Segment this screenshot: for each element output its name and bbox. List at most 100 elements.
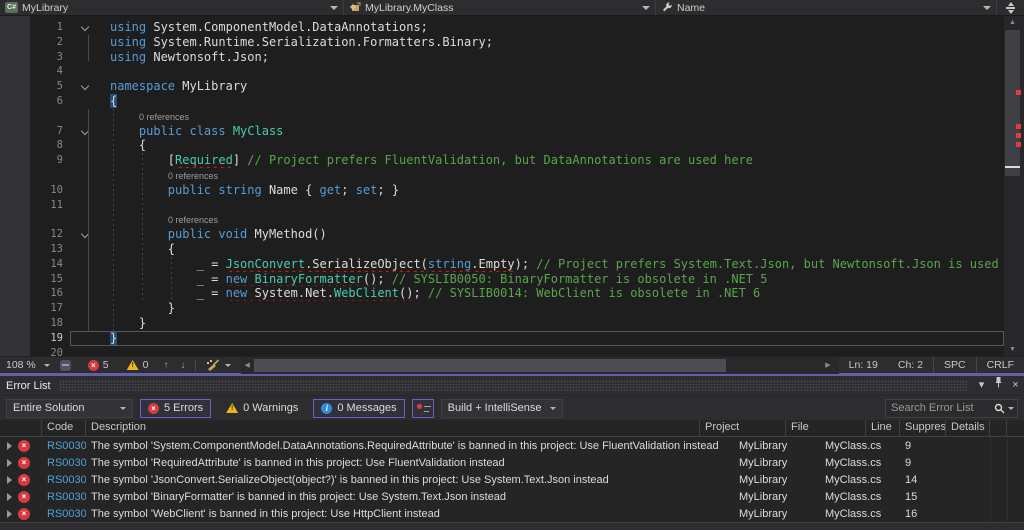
codelens-row[interactable]: 0 references [0,109,1004,124]
filter-button[interactable] [412,399,434,418]
code-line[interactable]: 6{ [0,94,1004,109]
error-indicator[interactable]: × 5 [79,359,118,371]
row-expander-cell[interactable]: × [0,440,42,452]
project-column-header[interactable]: Project [700,420,786,436]
codelens-text[interactable]: 0 references [102,212,1004,227]
outlining-margin[interactable] [70,124,102,139]
outlining-margin[interactable] [70,79,102,94]
pin-button[interactable] [990,376,1007,395]
glyph-margin-cell[interactable] [0,50,30,65]
next-issue-button[interactable]: ↓ [174,360,191,371]
row-expander-cell[interactable]: × [0,491,42,503]
glyph-margin-cell[interactable] [0,272,30,287]
close-button[interactable]: × [1007,376,1024,395]
project-dropdown[interactable]: C# MyLibrary [0,0,344,15]
code-line[interactable]: 16 _ = new System.Net.WebClient(); // SY… [0,286,1004,301]
codelens-row[interactable]: 0 references [0,168,1004,183]
error-list-title-bar[interactable]: Error List ▾ × [0,376,1024,395]
scroll-right-icon[interactable]: ▶ [825,357,830,374]
code-line[interactable]: 13 { [0,242,1004,257]
error-code-link[interactable]: RS0030 [42,491,86,503]
glyph-margin-cell[interactable] [0,168,30,183]
error-code-link[interactable]: RS0030 [42,474,86,486]
zoom-dropdown[interactable]: 108 % [0,359,58,371]
error-mark[interactable] [1016,124,1021,129]
horizontal-scrollbar[interactable]: ◀ ▶ [241,357,838,374]
scrollbar-thumb[interactable] [254,359,726,372]
glyph-margin-cell[interactable] [0,346,30,356]
glyph-margin-cell[interactable] [0,242,30,257]
code-line[interactable]: 1using System.ComponentModel.DataAnnotat… [0,20,1004,35]
type-dropdown[interactable]: MyLibrary.MyClass [344,0,656,15]
collapse-chevron-icon[interactable] [81,23,89,31]
warning-indicator[interactable]: ! 0 [118,359,158,371]
build-filter-dropdown[interactable]: Build + IntelliSense [441,399,563,418]
code-line[interactable]: 17 } [0,301,1004,316]
codelens-text[interactable]: 0 references [102,168,1004,183]
codelens-references[interactable]: 0 references [110,215,218,225]
glyph-margin-cell[interactable] [0,183,30,198]
glyph-margin-cell[interactable] [0,138,30,153]
error-row[interactable]: ×RS0030The symbol 'RequiredAttribute' is… [0,454,1024,471]
split-editor-handle[interactable] [997,0,1024,15]
glyph-margin-cell[interactable] [0,109,30,124]
glyph-margin-cell[interactable] [0,212,30,227]
code-line[interactable]: 5namespace MyLibrary [0,79,1004,94]
error-row[interactable]: ×RS0030The symbol 'WebClient' is banned … [0,505,1024,522]
expander-icon[interactable] [7,459,12,467]
expander-icon[interactable] [7,442,12,450]
code-column-header[interactable]: Code [42,420,86,436]
scroll-down-icon[interactable]: ▼ [1004,346,1021,353]
expander-icon[interactable] [7,476,12,484]
codelens-references[interactable]: 0 references [110,112,189,122]
error-mark[interactable] [1016,133,1021,138]
code-line[interactable]: 11 [0,198,1004,213]
expander-icon[interactable] [7,510,12,518]
glyph-margin-cell[interactable] [0,286,30,301]
vertical-scrollbar[interactable]: ▲ ▼ [1004,16,1024,356]
search-input[interactable] [886,402,992,414]
error-code-link[interactable]: RS0030 [42,440,86,452]
error-code-link[interactable]: RS0030 [42,457,86,469]
error-mark[interactable] [1016,142,1021,147]
row-expander-cell[interactable]: × [0,474,42,486]
code-line[interactable]: 20 [0,346,1004,356]
error-row[interactable]: ×RS0030The symbol 'System.ComponentModel… [0,437,1024,454]
collapse-chevron-icon[interactable] [81,82,89,90]
glyph-margin-cell[interactable] [0,301,30,316]
code-line[interactable]: 19} [0,331,1004,346]
code-line[interactable]: 14 _ = JsonConvert.SerializeObject(strin… [0,257,1004,272]
glyph-margin-cell[interactable] [0,20,30,35]
code-line[interactable]: 15 _ = new BinaryFormatter(); // SYSLIB0… [0,272,1004,287]
error-row[interactable]: ×RS0030The symbol 'BinaryFormatter' is b… [0,488,1024,505]
scroll-left-icon[interactable]: ◀ [244,357,249,374]
expander-icon[interactable] [7,493,12,501]
glyph-margin-cell[interactable] [0,124,30,139]
document-health-icon[interactable] [60,360,71,371]
codelens-text[interactable]: 0 references [102,109,1004,124]
error-row[interactable]: ×RS0030The symbol 'JsonConvert.Serialize… [0,471,1024,488]
panel-horizontal-scrollbar[interactable] [0,522,1024,530]
glyph-margin-cell[interactable] [0,153,30,168]
glyph-margin-cell[interactable] [0,331,30,346]
codelens-references[interactable]: 0 references [110,171,218,181]
messages-toggle[interactable]: i 0 Messages [313,399,404,418]
glyph-margin-cell[interactable] [0,316,30,331]
description-column-header[interactable]: Description [86,420,700,436]
code-line[interactable]: 12 public void MyMethod() [0,227,1004,242]
severity-column-header[interactable] [0,420,42,436]
glyph-margin-cell[interactable] [0,94,30,109]
glyph-margin-cell[interactable] [0,227,30,242]
code-line[interactable]: 3using Newtonsoft.Json; [0,50,1004,65]
error-mark[interactable] [1016,90,1021,95]
spaces-indicator[interactable]: SPC [933,357,976,373]
glyph-margin-cell[interactable] [0,198,30,213]
code-line[interactable]: 18 } [0,316,1004,331]
warnings-toggle[interactable]: ! 0 Warnings [218,399,306,418]
outlining-margin[interactable] [70,20,102,35]
glyph-margin-cell[interactable] [0,35,30,50]
code-cleanup-button[interactable] [200,359,237,372]
glyph-margin-cell[interactable] [0,79,30,94]
code-line[interactable]: 4 [0,64,1004,79]
row-expander-cell[interactable]: × [0,457,42,469]
